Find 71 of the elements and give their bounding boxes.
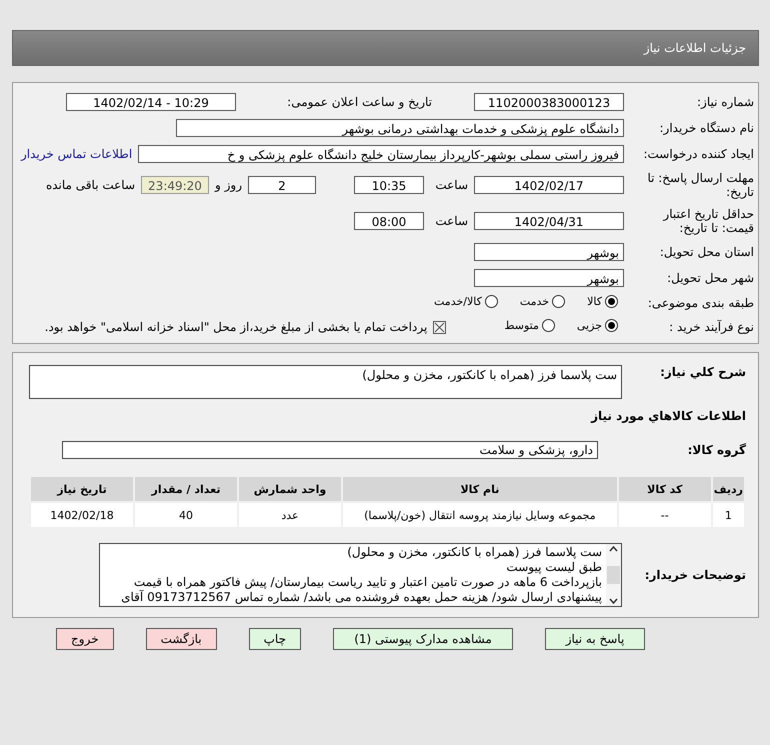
description-field[interactable] xyxy=(99,543,622,607)
time-field: 08:00 xyxy=(354,212,424,230)
field-label: ساعت باقی مانده xyxy=(46,178,135,192)
buyer-field: دانشگاه علوم پزشکی و خدمات بهداشتی درمانی بوشهر xyxy=(176,119,624,137)
date-field: 1402/04/31 xyxy=(474,212,624,230)
description-line: پیشنهادی ارسال شود/ هزینه حمل بعهده فروشنده می باشد/ شماره تماس 09173712567 آقای xyxy=(120,590,602,605)
field-label: استان محل تحویل: xyxy=(658,245,754,259)
checkbox[interactable] xyxy=(433,320,446,334)
summary-field: ست پلاسما فرز (همراه با کانکتور، مخزن و محلول) xyxy=(29,365,622,399)
table-cell: مجموعه وسایل نیازمند پروسه انتقال (خون/پلاسما) xyxy=(343,503,617,527)
column-header: تعداد / مقدار xyxy=(135,477,237,501)
date-field: 1402/02/17 xyxy=(474,176,624,194)
province-field: بوشهر xyxy=(474,243,624,261)
contact-link[interactable]: اطلاعات تماس خریدار xyxy=(21,147,132,161)
field-label: نام دستگاه خریدار: xyxy=(658,121,754,135)
column-header: نام کالا xyxy=(343,477,617,501)
section-title: اطلاعات کالاهاي مورد نياز xyxy=(590,409,746,423)
need-number-field: 1102000383000123 xyxy=(474,93,624,111)
radio-button[interactable] xyxy=(484,295,498,308)
radio-label: جزیی xyxy=(576,319,602,332)
field-label: روز و xyxy=(215,178,242,192)
radio-label: متوسط xyxy=(504,319,539,332)
field-label: گروه کالا: xyxy=(686,443,746,457)
field-label: ساعت xyxy=(434,178,468,192)
field-label: ساعت xyxy=(434,214,468,228)
field-label: طبقه بندی موضوعی: xyxy=(646,296,754,310)
radio-label: کالا xyxy=(587,295,602,308)
field-label: شهر محل تحویل: xyxy=(666,271,754,285)
exit-button[interactable]: خروج xyxy=(56,628,114,650)
time-field: 10:35 xyxy=(354,176,424,194)
table-cell: عدد xyxy=(239,503,341,527)
radio-label: کالا/خدمت xyxy=(434,295,482,308)
scroll-up-icon[interactable] xyxy=(609,546,618,552)
field-label: مهلت ارسال پاسخ: تا تاریخ: xyxy=(646,171,754,199)
field-label: نوع فرآیند خرید : xyxy=(668,320,754,334)
radio-button[interactable] xyxy=(542,319,555,332)
field-label: شرح کلي نياز: xyxy=(659,365,746,379)
field-label: تاریخ و ساعت اعلان عمومی: xyxy=(286,95,432,109)
action-button[interactable]: مشاهده مدارک پیوستی (1) xyxy=(333,628,513,650)
days-field: 2 xyxy=(248,176,316,194)
scrollbar-thumb[interactable] xyxy=(607,566,620,584)
announce-date-field: 1402/02/14 - 10:29 xyxy=(66,93,236,111)
radio-label: خدمت xyxy=(520,295,550,308)
scroll-down-icon[interactable] xyxy=(609,598,618,604)
radio-button[interactable] xyxy=(605,319,618,332)
column-header: کد کالا xyxy=(618,477,711,501)
page-title: جزئیات اطلاعات نیاز xyxy=(12,30,759,66)
radio-button[interactable] xyxy=(605,295,618,308)
field-label: توضیحات خریدار: xyxy=(644,568,746,582)
exit-button[interactable]: بازگشت xyxy=(146,628,217,650)
field-label: حداقل تاریخ اعتبار قیمت: تا تاریخ: xyxy=(662,207,754,235)
table-cell: 1 xyxy=(712,503,744,527)
column-header: ردیف xyxy=(712,477,744,501)
description-line: ست پلاسما فرز (همراه با کانکتور، مخزن و محلول) xyxy=(346,545,602,560)
description-line: طبق لیست پیوست xyxy=(505,560,602,575)
table-cell: -- xyxy=(618,503,711,527)
column-header: واحد شمارش xyxy=(239,477,341,501)
radio-button[interactable] xyxy=(552,295,566,308)
requester-field: فیروز راستی سملی بوشهر-کارپرداز بیمارستان خلیج دانشگاه علوم پزشکی و خ xyxy=(138,145,624,163)
remaining-time-field: 23:49:20 xyxy=(141,176,209,194)
action-button[interactable]: چاپ xyxy=(248,628,301,650)
field-label: پرداخت تمام یا بخشی از مبلغ خرید،از محل "اسناد خزانه اسلامی" خواهد بود. xyxy=(44,320,428,334)
action-button[interactable]: پاسخ به نیاز xyxy=(545,628,645,650)
group-field: دارو، پزشکی و سلامت xyxy=(62,441,598,459)
table-cell: 40 xyxy=(135,503,237,527)
field-label: ایجاد کننده درخواست: xyxy=(642,147,754,161)
description-line: بازپرداخت 6 ماهه در صورت تامین اعتبار و تایید ریاست بیمارستان/ پیش فاکتور همراه با قیمت xyxy=(132,575,602,590)
table-cell: 1402/02/18 xyxy=(31,503,133,527)
column-header: تاریخ نیاز xyxy=(31,477,133,501)
city-field: بوشهر xyxy=(474,269,624,287)
field-label: شماره نیاز: xyxy=(696,95,754,109)
